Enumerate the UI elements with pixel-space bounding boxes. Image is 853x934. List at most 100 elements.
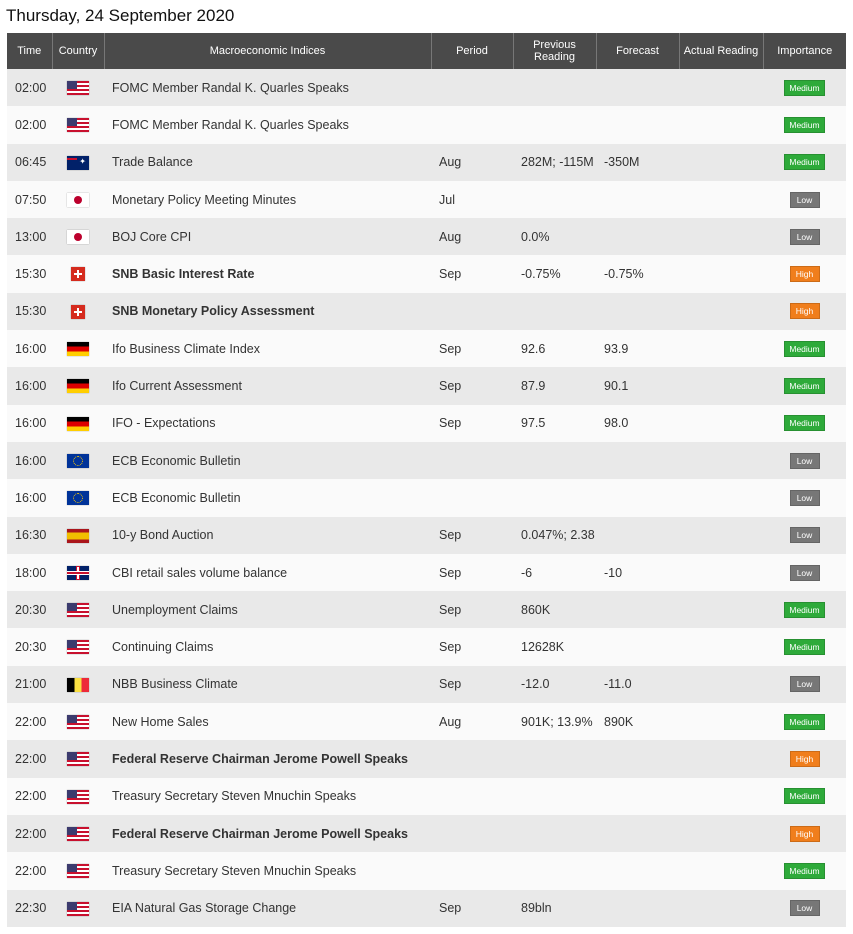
- country-cell: [52, 703, 104, 741]
- table-row[interactable]: 22:00 Federal Reserve Chairman Jerome Pow…: [7, 740, 846, 778]
- table-row[interactable]: 16:00 Ifo Current Assessment Sep 87.9 90.1 Me…: [7, 367, 846, 405]
- country-cell: [52, 255, 104, 293]
- table-row[interactable]: 22:30 EIA Natural Gas Storage Change Sep 89…: [7, 889, 846, 927]
- table-row[interactable]: 15:30 SNB Monetary Policy Assessment High: [7, 292, 846, 331]
- event-period: Sep: [431, 628, 513, 666]
- header-event: Macroeconomic Indices: [104, 33, 432, 69]
- header-forecast: Forecast: [596, 33, 680, 69]
- event-name[interactable]: NBB Business Climate: [104, 665, 431, 704]
- table-row[interactable]: 20:30 Unemployment Claims Sep 860K Medium: [7, 591, 846, 629]
- country-cell: [52, 69, 104, 107]
- us-flag-icon: [67, 118, 89, 133]
- table-row[interactable]: 18:00 CBI retail sales volume balance Sep -…: [7, 553, 846, 592]
- country-cell: [52, 852, 104, 890]
- event-name[interactable]: Continuing Claims: [104, 628, 431, 666]
- importance-cell: Low: [763, 180, 846, 219]
- page-title: Thursday, 24 September 2020: [6, 6, 235, 25]
- table-row[interactable]: 20:30 Continuing Claims Sep 12628K Medium: [7, 628, 846, 666]
- event-name[interactable]: SNB Monetary Policy Assessment: [104, 292, 431, 331]
- event-period: [431, 292, 513, 331]
- event-name[interactable]: IFO - Expectations: [104, 404, 431, 442]
- importance-badge: High: [789, 750, 820, 767]
- table-row[interactable]: 13:00 BOJ Core CPI Aug 0.0% Low: [7, 218, 846, 256]
- event-name[interactable]: Treasury Secretary Steven Mnuchin Speaks: [104, 852, 431, 890]
- importance-badge: Low: [789, 527, 820, 544]
- table-row[interactable]: 15:30 SNB Basic Interest Rate Sep -0.75% -0.…: [7, 255, 846, 293]
- table-row[interactable]: 16:30 10-y Bond Auction Sep 0.047%; 2.38 Low: [7, 516, 846, 554]
- table-row[interactable]: 22:00 New Home Sales Aug 901K; 13.9% 890K Med…: [7, 703, 846, 741]
- event-name[interactable]: New Home Sales: [104, 703, 431, 741]
- event-name[interactable]: Unemployment Claims: [104, 591, 431, 629]
- importance-cell: Low: [763, 516, 846, 554]
- event-name[interactable]: FOMC Member Randal K. Quarles Speaks: [104, 69, 431, 107]
- event-time: 06:45: [7, 143, 52, 181]
- event-period: [431, 740, 513, 778]
- table-row[interactable]: 06:45 Trade BalanceAug282M; -115M-350M Med…: [7, 143, 846, 181]
- forecast-value: [596, 628, 679, 666]
- previous-reading: -6: [513, 553, 596, 592]
- previous-reading: 92.6: [513, 330, 596, 368]
- event-name[interactable]: Ifo Business Climate Index: [104, 330, 431, 368]
- forecast-value: -0.75%: [596, 255, 679, 293]
- event-name[interactable]: 10-y Bond Auction: [104, 516, 431, 554]
- event-name[interactable]: Ifo Current Assessment: [104, 367, 431, 405]
- country-cell: [52, 889, 104, 927]
- actual-reading: [679, 591, 763, 629]
- table-header-row: Time Country Macroeconomic Indices Perio…: [7, 33, 846, 69]
- previous-reading: -0.75%: [513, 255, 596, 293]
- importance-badge: Medium: [784, 713, 825, 730]
- table-row[interactable]: 16:00 ECB Economic Bulletin Low: [7, 441, 846, 480]
- event-time: 22:00: [7, 852, 52, 890]
- event-time: 20:30: [7, 628, 52, 666]
- uk-flag-icon: [67, 565, 89, 580]
- header-period: Period: [431, 33, 514, 69]
- event-name[interactable]: EIA Natural Gas Storage Change: [104, 889, 431, 927]
- table-row[interactable]: 22:00 Federal Reserve Chairman Jerome Pow…: [7, 814, 846, 853]
- previous-reading: 282M; -115M: [513, 143, 596, 181]
- ch-flag-icon: [71, 267, 85, 282]
- country-cell: [52, 777, 104, 815]
- previous-reading: 89bln: [513, 889, 596, 927]
- event-name[interactable]: SNB Basic Interest Rate: [104, 255, 431, 293]
- table-row[interactable]: 16:00 IFO - Expectations Sep 97.5 98.0 Medium: [7, 404, 846, 442]
- event-name[interactable]: Federal Reserve Chairman Jerome Powell S…: [104, 814, 431, 853]
- table-row[interactable]: 21:00 NBB Business Climate Sep -12.0 -11.0 Lo…: [7, 665, 846, 704]
- event-name[interactable]: ECB Economic Bulletin: [104, 479, 431, 517]
- us-flag-icon: [67, 81, 89, 95]
- table-row[interactable]: 02:00 FOMC Member Randal K. Quarles Speak…: [7, 106, 846, 144]
- event-name[interactable]: ECB Economic Bulletin: [104, 441, 431, 480]
- event-period: [431, 441, 513, 480]
- event-name[interactable]: Federal Reserve Chairman Jerome Powell S…: [104, 740, 431, 778]
- table-row[interactable]: 16:00 Ifo Business Climate Index Sep 92.6 93…: [7, 330, 846, 368]
- event-name[interactable]: FOMC Member Randal K. Quarles Speaks: [104, 106, 431, 144]
- event-name[interactable]: CBI retail sales volume balance: [104, 553, 431, 592]
- event-period: Sep: [431, 665, 513, 704]
- importance-cell: Medium: [763, 106, 846, 144]
- previous-reading: [513, 814, 596, 853]
- importance-cell: Medium: [763, 367, 846, 405]
- country-cell: [52, 591, 104, 629]
- importance-cell: Medium: [763, 777, 846, 815]
- forecast-value: [596, 292, 679, 331]
- us-flag-icon: [67, 640, 89, 655]
- previous-reading: [513, 441, 596, 480]
- event-name[interactable]: Trade Balance: [104, 143, 431, 181]
- importance-badge: Medium: [784, 116, 825, 133]
- table-row[interactable]: 22:00 Treasury Secretary Steven Mnuchin S…: [7, 852, 846, 890]
- event-name[interactable]: Monetary Policy Meeting Minutes: [104, 180, 431, 219]
- event-name[interactable]: BOJ Core CPI: [104, 218, 431, 256]
- table-row[interactable]: 16:00 ECB Economic Bulletin Low: [7, 479, 846, 517]
- table-row[interactable]: 07:50 Monetary Policy Meeting Minutes Jul L…: [7, 180, 846, 219]
- event-name[interactable]: Treasury Secretary Steven Mnuchin Speaks: [104, 777, 431, 815]
- jp-flag-icon: [67, 192, 89, 207]
- previous-reading: [513, 852, 596, 890]
- country-cell: [52, 292, 104, 331]
- table-row[interactable]: 22:00 Treasury Secretary Steven Mnuchin S…: [7, 777, 846, 815]
- importance-badge: Low: [789, 564, 820, 581]
- header-previous: Previous Reading: [513, 33, 597, 69]
- forecast-value: [596, 441, 679, 480]
- table-row[interactable]: 02:00 FOMC Member Randal K. Quarles Speak…: [7, 69, 846, 107]
- event-period: Aug: [431, 143, 513, 181]
- event-period: Aug: [431, 218, 513, 256]
- previous-reading: [513, 292, 596, 331]
